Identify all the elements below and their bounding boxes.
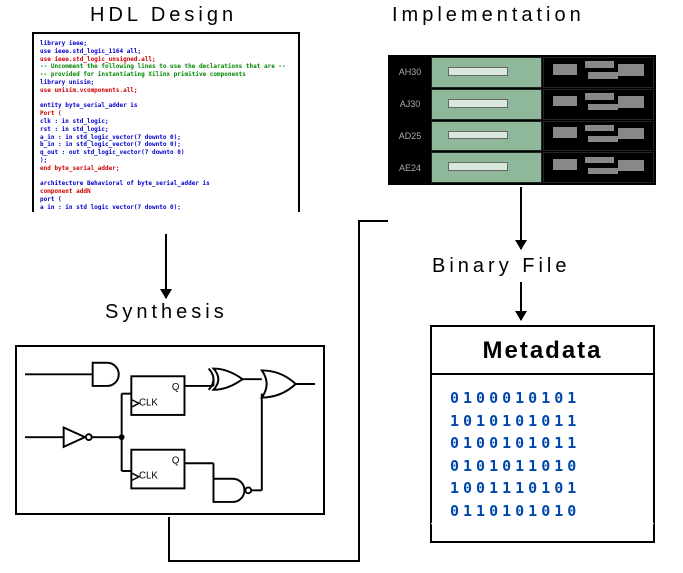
impl-cell <box>543 89 654 120</box>
hdl-code-line: component addN <box>40 188 292 196</box>
hdl-code-listing: library ieee;use ieee.std_logic_1164 all… <box>34 34 298 212</box>
hdl-code-line: a_in : in std_logic_vector(7 downto 0); <box>40 134 292 142</box>
binary-header: Metadata <box>432 327 653 375</box>
synthesis-schematic: CLK Q CLK Q <box>25 355 315 510</box>
hdl-design-document: library ieee;use ieee.std_logic_1164 all… <box>32 32 300 212</box>
impl-row-label: AJ30 <box>390 89 430 120</box>
clk-label-2: CLK <box>139 471 158 482</box>
clk-label-1: CLK <box>139 397 158 408</box>
arrow-impl-to-binary-1 <box>520 187 522 249</box>
impl-cell <box>431 89 542 120</box>
impl-cell <box>543 57 654 88</box>
synthesis-label: Synthesis <box>105 301 228 324</box>
hdl-code-line: end byte_serial_adder; <box>40 165 292 173</box>
hdl-code-line: q_out : out std_logic_vector(7 downto 0) <box>40 149 292 157</box>
hdl-code-line: library unisim; <box>40 79 292 87</box>
impl-cell <box>543 152 654 183</box>
hdl-code-line: clk : in std_logic; <box>40 118 292 126</box>
implementation-layout-box: AH30AJ30AD25AE24 <box>388 55 656 185</box>
svg-text:Q: Q <box>172 455 180 466</box>
connector-seg-1 <box>168 517 170 562</box>
impl-cell <box>431 152 542 183</box>
connector-seg-2 <box>168 560 360 562</box>
svg-text:Q: Q <box>172 382 180 393</box>
connector-seg-3 <box>358 220 360 562</box>
hdl-code-line: ); <box>40 157 292 165</box>
hdl-code-line <box>40 173 292 181</box>
hdl-code-line: port ( <box>40 196 292 204</box>
binary-row: 1010101011 <box>450 410 635 433</box>
implementation-label: Implementation <box>392 4 585 27</box>
hdl-code-line <box>40 95 292 103</box>
binary-row: 0100101011 <box>450 432 635 455</box>
hdl-code-line: -- Uncomment the following lines to use … <box>40 63 292 71</box>
impl-cell <box>543 121 654 152</box>
impl-cell <box>431 121 542 152</box>
document-wave-bottom <box>32 210 300 212</box>
impl-row-label: AH30 <box>390 57 430 88</box>
binary-file-label: Binary File <box>432 255 570 278</box>
binary-content: 0100010101101010101101001010110101011010… <box>432 375 653 534</box>
impl-row-label: AD25 <box>390 121 430 152</box>
hdl-code-line: Port ( <box>40 110 292 118</box>
binary-row: 0101011010 <box>450 455 635 478</box>
document-wave-bottom <box>430 523 655 547</box>
hdl-code-line: use unisim.vcomponents.all; <box>40 87 292 95</box>
synthesis-schematic-box: CLK Q CLK Q <box>15 345 325 515</box>
hdl-code-line: architecture Behavioral of byte_serial_a… <box>40 180 292 188</box>
binary-file-document: Metadata 0100010101101010101101001010110… <box>430 325 655 525</box>
binary-row: 1001110101 <box>450 477 635 500</box>
hdl-code-line: -- provided for instantiating Xilinx pri… <box>40 71 292 79</box>
binary-row: 0110101010 <box>450 500 635 523</box>
binary-row: 0100010101 <box>450 387 635 410</box>
hdl-code-line: use ieee.std_logic_unsigned.all; <box>40 56 292 64</box>
impl-cell <box>431 57 542 88</box>
hdl-design-label: HDL Design <box>90 4 237 27</box>
impl-row-label: AE24 <box>390 152 430 183</box>
arrow-hdl-to-synthesis <box>165 234 167 298</box>
hdl-code-line: b_in : in std_logic_vector(7 downto 0); <box>40 141 292 149</box>
hdl-code-line: library ieee; <box>40 40 292 48</box>
connector-seg-4 <box>358 220 388 222</box>
arrow-impl-to-binary-2 <box>520 282 522 320</box>
hdl-code-line: rst : in std_logic; <box>40 126 292 134</box>
hdl-code-line: entity byte_serial_adder is <box>40 102 292 110</box>
hdl-code-line: use ieee.std_logic_1164 all; <box>40 48 292 56</box>
